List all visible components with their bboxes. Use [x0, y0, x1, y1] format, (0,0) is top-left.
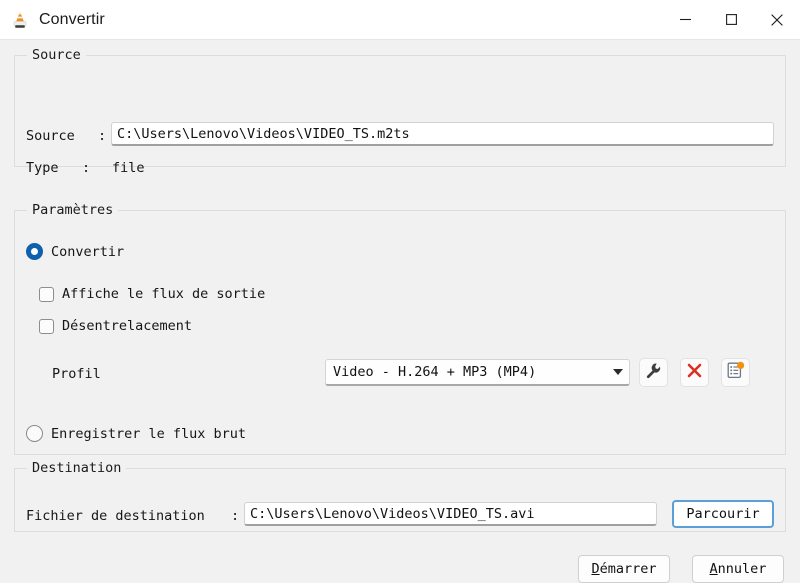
- red-x-icon: [686, 362, 703, 383]
- chevron-down-icon: [613, 369, 623, 375]
- browse-button[interactable]: Parcourir: [672, 500, 774, 528]
- start-button-label: émarrer: [599, 561, 657, 577]
- deinterlace-checkbox-row[interactable]: Désentrelacement: [39, 318, 192, 334]
- minimize-button[interactable]: [662, 0, 708, 39]
- new-profile-button[interactable]: [721, 358, 750, 387]
- window-title: Convertir: [39, 10, 105, 28]
- cancel-button-mnemonic: A: [709, 561, 718, 577]
- close-button[interactable]: [754, 0, 800, 39]
- settings-group-title: Paramètres: [27, 202, 119, 218]
- new-profile-icon: [726, 361, 745, 384]
- edit-profile-button[interactable]: [639, 358, 668, 387]
- start-button-mnemonic: D: [591, 561, 600, 577]
- dump-raw-radio-row[interactable]: Enregistrer le flux brut: [26, 425, 246, 442]
- convert-radio-button[interactable]: [26, 243, 43, 260]
- delete-profile-button[interactable]: [680, 358, 709, 387]
- profile-select-value: Video - H.264 + MP3 (MP4): [333, 364, 537, 380]
- display-output-label: Affiche le flux de sortie: [62, 286, 266, 302]
- convert-radio-label: Convertir: [51, 243, 125, 260]
- source-type-value: file: [112, 160, 145, 176]
- destination-file-field[interactable]: C:\Users\Lenovo\Videos\VIDEO_TS.avi: [244, 502, 657, 526]
- source-type-label: Type: [26, 160, 59, 176]
- deinterlace-checkbox[interactable]: [39, 318, 54, 334]
- start-button[interactable]: Démarrer: [578, 555, 670, 583]
- dump-raw-radio-button[interactable]: [26, 425, 43, 442]
- wrench-icon: [645, 362, 662, 383]
- source-group: Source: [14, 47, 786, 167]
- destination-file-label: Fichier de destination: [26, 508, 205, 524]
- convert-radio-row[interactable]: Convertir: [26, 243, 124, 260]
- window-controls: [662, 0, 800, 39]
- maximize-button[interactable]: [708, 0, 754, 39]
- destination-group-title: Destination: [27, 460, 127, 476]
- dump-raw-radio-label: Enregistrer le flux brut: [51, 425, 247, 442]
- destination-file-colon: :: [231, 508, 240, 524]
- display-output-checkbox-row[interactable]: Affiche le flux de sortie: [39, 286, 265, 302]
- source-path-field[interactable]: C:\Users\Lenovo\Videos\VIDEO_TS.m2ts: [111, 122, 774, 146]
- cancel-button[interactable]: Annuler: [692, 555, 784, 583]
- source-group-title: Source: [27, 47, 86, 63]
- source-type-colon: :: [82, 160, 91, 176]
- cancel-button-label: nnuler: [717, 561, 767, 577]
- source-path-label: Source: [26, 128, 75, 144]
- vlc-cone-icon: [9, 9, 31, 31]
- profile-label: Profil: [52, 366, 101, 382]
- window-title-bar: Convertir: [0, 0, 800, 40]
- source-path-colon: :: [98, 128, 107, 144]
- profile-select[interactable]: Video - H.264 + MP3 (MP4): [325, 359, 630, 386]
- convert-dialog-body: Source Source : C:\Users\Lenovo\Videos\V…: [0, 40, 800, 583]
- deinterlace-label: Désentrelacement: [62, 318, 193, 334]
- display-output-checkbox[interactable]: [39, 286, 54, 302]
